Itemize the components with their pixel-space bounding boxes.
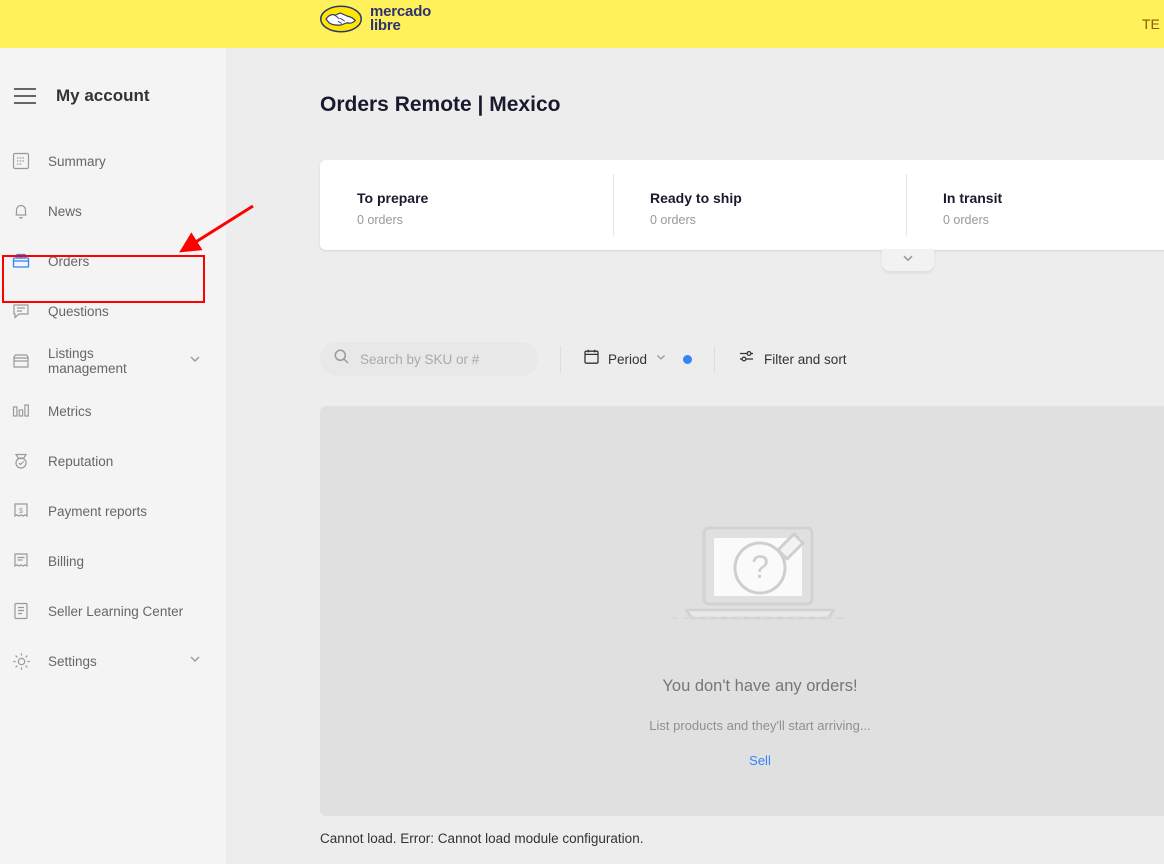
- bell-icon: [8, 198, 34, 224]
- hamburger-menu-icon[interactable]: [14, 88, 36, 104]
- orders-box-icon: [8, 248, 34, 274]
- dollar-receipt-icon: $: [8, 498, 34, 524]
- period-filter-label: Period: [608, 352, 647, 367]
- app-root: mercado libre TE My account Summary: [0, 0, 1164, 864]
- filter-sliders-icon: [737, 347, 756, 371]
- status-card-count: 0 orders: [357, 213, 613, 227]
- svg-text:?: ?: [751, 549, 769, 585]
- status-card-name: In transit: [943, 190, 1164, 206]
- sidebar-item-summary[interactable]: Summary: [0, 136, 226, 186]
- empty-state-subtitle: List products and they'll start arriving…: [649, 718, 870, 733]
- order-status-summary-card: To prepare 0 orders Ready to ship 0 orde…: [320, 160, 1164, 250]
- sidebar: My account Summary: [0, 48, 226, 864]
- sidebar-item-news[interactable]: News: [0, 186, 226, 236]
- sidebar-item-listings-management[interactable]: Listings management: [0, 336, 226, 386]
- status-card-name: To prepare: [357, 190, 613, 206]
- sidebar-item-label: Settings: [48, 654, 174, 669]
- toolbar-divider-1: [560, 346, 561, 372]
- filter-and-sort-label: Filter and sort: [764, 352, 847, 367]
- invoice-icon: [8, 548, 34, 574]
- sidebar-item-label: Metrics: [48, 404, 226, 419]
- orders-results-panel: ? You don't have any orders! List produc…: [320, 406, 1164, 816]
- status-card-to-prepare[interactable]: To prepare 0 orders: [320, 160, 613, 250]
- search-icon: [333, 348, 350, 370]
- sidebar-item-label: Listings management: [48, 346, 174, 376]
- sidebar-item-label: Payment reports: [48, 504, 226, 519]
- chevron-down-icon[interactable]: [188, 352, 202, 371]
- laptop-magnifier-question-icon: ?: [662, 514, 858, 639]
- speech-bubble-icon: [8, 298, 34, 324]
- sidebar-account-header[interactable]: My account: [0, 48, 226, 106]
- sidebar-item-metrics[interactable]: Metrics: [0, 386, 226, 436]
- sidebar-item-orders[interactable]: Orders: [0, 236, 226, 286]
- chevron-down-icon[interactable]: [188, 652, 202, 671]
- status-card-count: 0 orders: [943, 213, 1164, 227]
- brand-wordmark: mercado libre: [370, 5, 431, 33]
- handshake-logo-icon: [320, 4, 362, 34]
- sidebar-item-seller-learning-center[interactable]: Seller Learning Center: [0, 586, 226, 636]
- storefront-icon: [8, 348, 34, 374]
- brand-logo-area[interactable]: mercado libre: [320, 4, 431, 34]
- period-active-badge: [683, 355, 692, 364]
- chevron-down-icon: [900, 250, 916, 271]
- document-icon: [8, 598, 34, 624]
- empty-state-sell-link[interactable]: Sell: [749, 753, 771, 768]
- calendar-icon: [583, 348, 600, 370]
- gear-icon: [8, 648, 34, 674]
- top-header-bar: mercado libre TE: [0, 0, 1164, 48]
- sidebar-item-label: Reputation: [48, 454, 226, 469]
- status-card-ready-to-ship[interactable]: Ready to ship 0 orders: [613, 160, 906, 250]
- medal-icon: [8, 448, 34, 474]
- chevron-down-icon: [655, 350, 667, 368]
- sidebar-item-label: Billing: [48, 554, 226, 569]
- filter-and-sort-button[interactable]: Filter and sort: [737, 347, 847, 371]
- toolbar-divider-2: [714, 346, 715, 372]
- main-content: Orders Remote | Mexico To prepare 0 orde…: [226, 48, 1164, 864]
- sidebar-item-billing[interactable]: Billing: [0, 536, 226, 586]
- svg-text:$: $: [19, 508, 23, 515]
- sidebar-item-label: Seller Learning Center: [48, 604, 226, 619]
- sidebar-item-label: News: [48, 204, 226, 219]
- header-user-label[interactable]: TE: [1142, 16, 1164, 32]
- empty-state-title: You don't have any orders!: [662, 677, 857, 696]
- sidebar-item-payment-reports[interactable]: $ Payment reports: [0, 486, 226, 536]
- sidebar-item-label: Summary: [48, 154, 226, 169]
- search-input-placeholder: Search by SKU or #: [360, 352, 479, 367]
- sidebar-item-label: Questions: [48, 304, 226, 319]
- sidebar-item-questions[interactable]: Questions: [0, 286, 226, 336]
- bar-chart-icon: [8, 398, 34, 424]
- page-title: Orders Remote | Mexico: [320, 93, 560, 117]
- period-filter-button[interactable]: Period: [583, 348, 692, 370]
- sidebar-account-label: My account: [56, 86, 150, 106]
- expand-status-cards-button[interactable]: [882, 249, 934, 271]
- status-card-count: 0 orders: [650, 213, 906, 227]
- module-error-message: Cannot load. Error: Cannot load module c…: [320, 831, 643, 846]
- orders-toolbar: Search by SKU or # Period: [320, 336, 1164, 382]
- sidebar-item-settings[interactable]: Settings: [0, 636, 226, 686]
- search-input[interactable]: Search by SKU or #: [320, 342, 538, 376]
- sidebar-nav: Summary News: [0, 136, 226, 686]
- sidebar-item-label: Orders: [48, 254, 226, 269]
- brand-line-2: libre: [370, 19, 431, 33]
- sidebar-item-reputation[interactable]: Reputation: [0, 436, 226, 486]
- list-summary-icon: [8, 148, 34, 174]
- status-card-in-transit[interactable]: In transit 0 orders: [906, 160, 1164, 250]
- status-card-name: Ready to ship: [650, 190, 906, 206]
